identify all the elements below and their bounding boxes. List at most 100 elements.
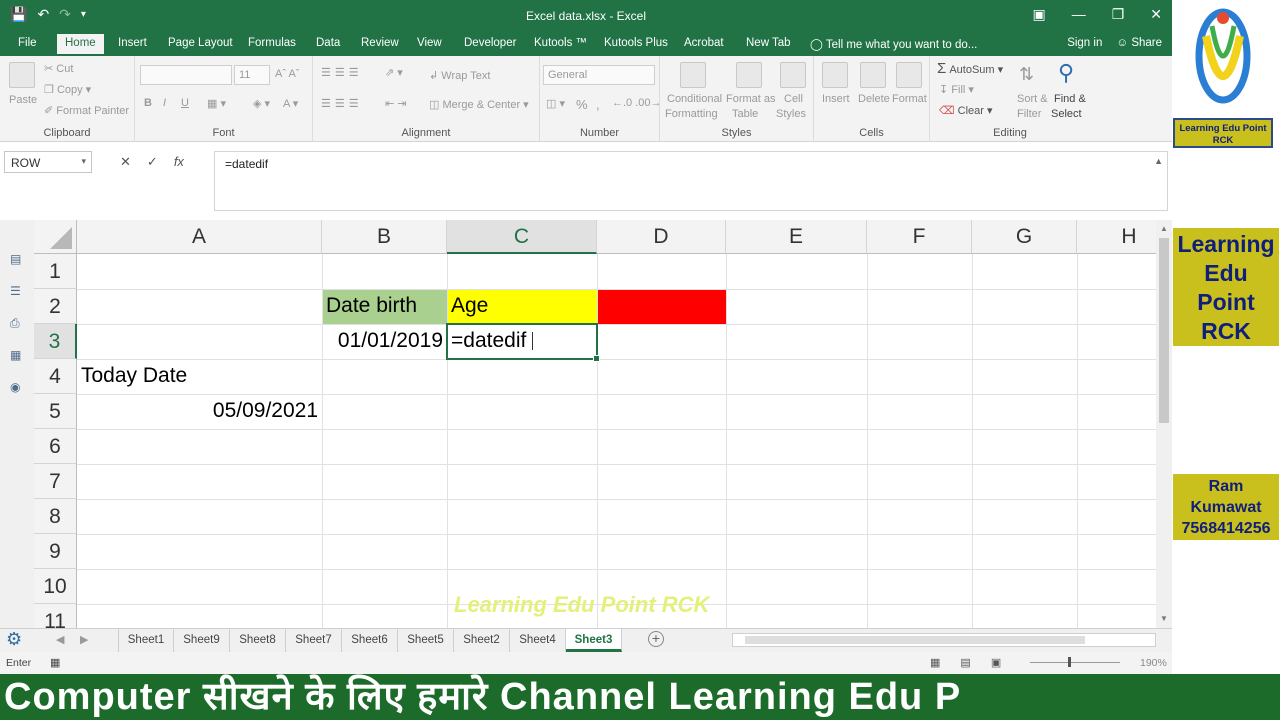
cut-button[interactable]: ✂ Cut	[44, 62, 73, 75]
autosum-button[interactable]: Σ AutoSum ▾	[937, 60, 1003, 77]
list-icon[interactable]: ☰	[10, 284, 24, 298]
sheet-tab-sheet6[interactable]: Sheet6	[342, 629, 398, 652]
share-button[interactable]: ☺ Share	[1116, 37, 1162, 49]
paste-button[interactable]: Paste	[9, 94, 37, 106]
row-header-5[interactable]: 5	[34, 394, 77, 429]
column-header-d[interactable]: D	[597, 220, 726, 254]
sheet-tab-sheet4[interactable]: Sheet4	[510, 629, 566, 652]
next-sheet-icon[interactable]: ▶	[80, 633, 88, 646]
paste-icon[interactable]	[9, 62, 35, 88]
row-header-10[interactable]: 10	[34, 569, 77, 604]
print-icon[interactable]: ⎙	[10, 316, 24, 330]
tell-me-box[interactable]: ◯ Tell me what you want to do...	[810, 37, 977, 51]
row-header-6[interactable]: 6	[34, 429, 77, 464]
name-box-dropdown-icon[interactable]: ▾	[81, 156, 86, 167]
prev-sheet-icon[interactable]: ◀	[56, 633, 64, 646]
table-icon[interactable]: ▦	[10, 348, 24, 362]
restore-icon[interactable]: ❐	[1112, 6, 1125, 23]
fill-color-icon[interactable]: ◈ ▾	[253, 97, 270, 110]
number-format-select[interactable]: General	[543, 65, 655, 85]
copy-button[interactable]: ❐ Copy ▾	[44, 83, 91, 96]
wrap-text-button[interactable]: ↲ Wrap Text	[429, 69, 490, 82]
sort-filter-l1[interactable]: Sort &	[1017, 93, 1048, 105]
tab-review[interactable]: Review	[361, 37, 399, 49]
sheet-icon[interactable]: ▤	[10, 252, 24, 266]
orientation-icon[interactable]: ⇗ ▾	[385, 66, 403, 79]
horizontal-scrollbar[interactable]	[732, 633, 1156, 647]
select-all-corner[interactable]	[34, 220, 77, 254]
column-header-c[interactable]: C	[447, 220, 597, 254]
conditional-formatting-l2[interactable]: Formatting	[665, 108, 718, 120]
row-header-4[interactable]: 4	[34, 359, 77, 394]
row-header-7[interactable]: 7	[34, 464, 77, 499]
row-header-9[interactable]: 9	[34, 534, 77, 569]
collapse-formula-icon[interactable]: ▲	[1154, 156, 1163, 166]
find-select-l2[interactable]: Select	[1051, 108, 1082, 120]
column-header-h[interactable]: H	[1077, 220, 1156, 254]
row-header-1[interactable]: 1	[34, 254, 77, 289]
scroll-down-icon[interactable]: ▼	[1156, 612, 1172, 626]
zoom-level[interactable]: 190%	[1140, 657, 1167, 669]
format-cells-icon[interactable]	[896, 62, 922, 88]
delete-cells-button[interactable]: Delete	[858, 93, 890, 105]
tab-kutools-plus[interactable]: Kutools Plus	[604, 37, 668, 49]
bold-button[interactable]: B	[144, 97, 152, 109]
add-sheet-icon[interactable]: +	[648, 631, 664, 647]
page-break-view-icon[interactable]: ▣	[991, 656, 1001, 669]
vertical-scrollbar[interactable]: ▲ ▼	[1156, 220, 1172, 628]
tab-file[interactable]: File	[18, 37, 37, 49]
delete-cells-icon[interactable]	[860, 62, 886, 88]
minimize-icon[interactable]: —	[1072, 6, 1086, 23]
zoom-slider[interactable]	[1030, 662, 1120, 663]
italic-button[interactable]: I	[163, 97, 166, 109]
tab-formulas[interactable]: Formulas	[248, 37, 296, 49]
vertical-scroll-thumb[interactable]	[1159, 238, 1169, 423]
format-as-table-icon[interactable]	[736, 62, 762, 88]
underline-button[interactable]: U	[181, 97, 189, 109]
page-layout-view-icon[interactable]: ▤	[960, 656, 970, 669]
macro-record-icon[interactable]: ▦	[50, 656, 60, 669]
sort-filter-l2[interactable]: Filter	[1017, 108, 1041, 120]
font-size-input[interactable]: 11	[234, 65, 270, 85]
fill-button[interactable]: ↧ Fill ▾	[939, 83, 974, 96]
tab-page-layout[interactable]: Page Layout	[168, 37, 233, 49]
tab-data[interactable]: Data	[316, 37, 340, 49]
normal-view-icon[interactable]: ▦	[930, 656, 940, 669]
find-select-l1[interactable]: Find &	[1054, 93, 1086, 105]
horizontal-align-icons[interactable]: ☰☰☰	[321, 97, 363, 110]
cell-styles-icon[interactable]	[780, 62, 806, 88]
scroll-up-icon[interactable]: ▲	[1156, 222, 1172, 236]
cell-a5[interactable]: 05/09/2021	[77, 394, 322, 429]
binoculars-icon[interactable]: ◉	[10, 380, 24, 394]
cell-b3[interactable]: 01/01/2019	[322, 324, 447, 359]
column-header-e[interactable]: E	[726, 220, 867, 254]
format-cells-button[interactable]: Format	[892, 93, 927, 105]
tab-new-tab[interactable]: New Tab	[746, 37, 791, 49]
row-header-2[interactable]: 2	[34, 289, 77, 324]
cell-styles-l2[interactable]: Styles	[776, 108, 806, 120]
row-header-11[interactable]: 11	[34, 604, 77, 628]
clear-button[interactable]: ⌫ Clear ▾	[939, 104, 993, 117]
decimal-icons[interactable]: ←.0 .00→	[612, 97, 662, 109]
conditional-formatting-icon[interactable]	[680, 62, 706, 88]
cell-styles-l1[interactable]: Cell	[784, 93, 803, 105]
sheet-tab-sheet3[interactable]: Sheet3	[566, 629, 622, 652]
name-box[interactable]: ROW ▾	[4, 151, 92, 173]
merge-center-button[interactable]: ◫ Merge & Center ▾	[429, 98, 529, 111]
sort-filter-icon[interactable]: ⇅	[1019, 64, 1034, 85]
cell-a4[interactable]: Today Date	[77, 359, 322, 394]
magnifier-icon[interactable]: ⚲	[1058, 60, 1074, 86]
gear-icon[interactable]: ⚙	[6, 629, 26, 651]
format-as-table-l1[interactable]: Format as	[726, 93, 776, 105]
font-name-input[interactable]	[140, 65, 232, 85]
sheet-tab-sheet8[interactable]: Sheet8	[230, 629, 286, 652]
format-as-table-l2[interactable]: Table	[732, 108, 758, 120]
zoom-slider-knob[interactable]	[1068, 657, 1071, 667]
close-icon[interactable]: ✕	[1150, 6, 1162, 23]
tab-home[interactable]: Home	[57, 34, 104, 54]
column-header-g[interactable]: G	[972, 220, 1077, 254]
font-color-icon[interactable]: A ▾	[283, 97, 298, 110]
sheet-tab-sheet5[interactable]: Sheet5	[398, 629, 454, 652]
row-header-3[interactable]: 3	[34, 324, 77, 359]
horizontal-scroll-thumb[interactable]	[745, 636, 1085, 644]
